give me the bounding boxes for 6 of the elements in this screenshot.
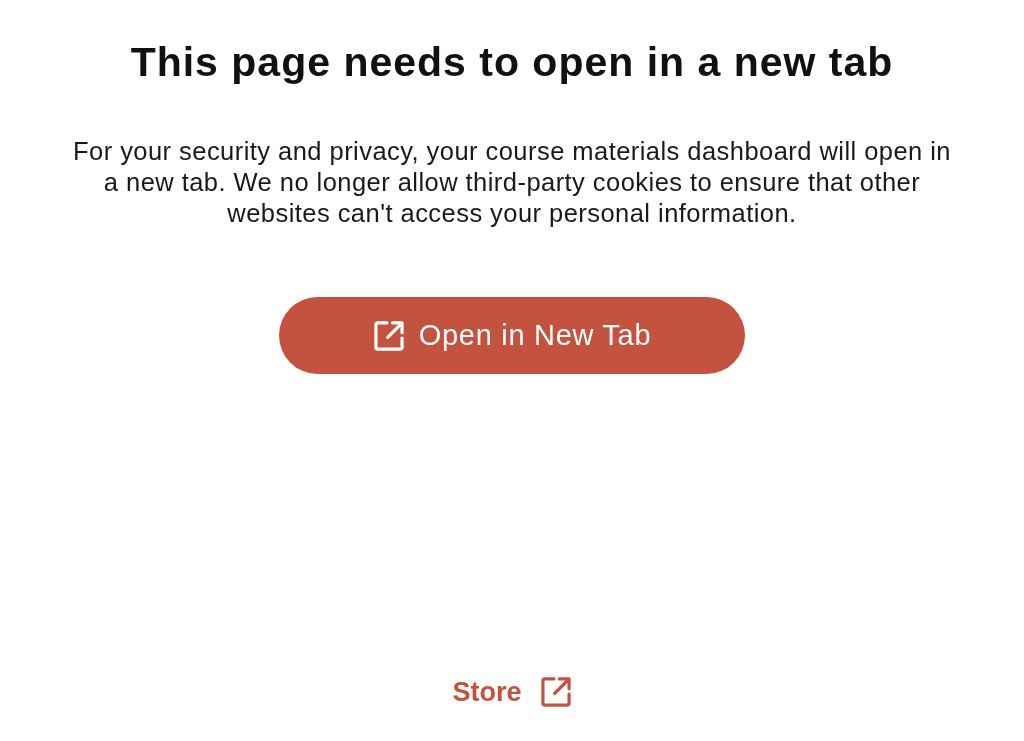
external-link-icon [372,319,405,352]
page-heading: This page needs to open in a new tab [130,38,894,86]
open-in-new-tab-button[interactable]: Open in New Tab [279,297,745,374]
security-message: For your security and privacy, your course materials dashboard will open in a new tab. We no longer allow third-party cookies to ensure that other websites can't access your personal information. [73,136,951,229]
external-link-icon [539,676,572,708]
store-link[interactable]: Store [452,676,572,708]
